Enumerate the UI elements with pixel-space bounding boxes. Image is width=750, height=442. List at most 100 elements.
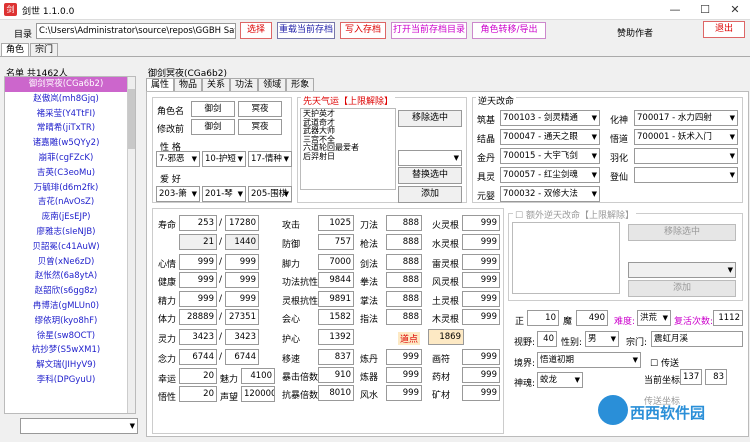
list-item[interactable]: 御剑冥夜(CGa6b2) (5, 77, 127, 92)
select-button[interactable]: 选择 (240, 22, 272, 39)
profile-tab[interactable]: 领域 (258, 78, 287, 91)
maximize-button[interactable]: ☐ (690, 2, 720, 18)
stat-value[interactable]: 1025 (318, 215, 354, 231)
innate-select[interactable]: ▼ (398, 150, 462, 166)
stat-value[interactable]: 999 (462, 367, 500, 383)
profile-tab[interactable]: 形象 (286, 78, 315, 91)
stat-value[interactable]: 999 (462, 385, 500, 401)
write-button[interactable]: 写入存档 (340, 22, 386, 39)
stat-value[interactable]: 9891 (318, 291, 354, 307)
stat-max[interactable]: 999 (225, 291, 259, 307)
list-item[interactable]: 赵韶欣(s6gg8z) (5, 284, 127, 299)
profile-tab[interactable]: 功法 (230, 78, 259, 91)
sponsor-link[interactable]: 赞助作者 (617, 26, 653, 39)
stat-value[interactable]: 999 (462, 215, 500, 231)
hobby-select-1[interactable]: 203-箫 ▼ (156, 186, 200, 202)
vision-input[interactable]: 40 (537, 331, 557, 347)
stat-value[interactable]: 999 (462, 272, 500, 288)
stat-value[interactable]: 888 (386, 234, 422, 250)
stat-value[interactable]: 999 (462, 254, 500, 270)
stat-value[interactable]: 7000 (318, 254, 354, 270)
difficulty-select[interactable]: 洪荒 ▼ (637, 310, 671, 326)
extra-fate-list[interactable] (512, 222, 620, 294)
coord-y-input[interactable]: 83 (705, 369, 727, 385)
fate-select[interactable]: 700001 - 妖术入门 ▼ (634, 129, 738, 145)
stat-value[interactable]: 8010 (318, 385, 354, 401)
list-item[interactable]: 杭抄梦(S5wXM1) (5, 343, 127, 358)
list-item[interactable]: 崩菲(cgFZcK) (5, 151, 127, 166)
prestige-input[interactable]: 120000 (241, 386, 275, 402)
stat-current[interactable]: 253 (179, 215, 217, 231)
stat-value[interactable]: 757 (318, 234, 354, 250)
list-item[interactable]: 解文瑞(JIHyV9) (5, 358, 127, 373)
trait-select-2[interactable]: 10-护短 ▼ (202, 151, 246, 167)
stat-max[interactable]: 6744 (225, 349, 259, 365)
stat-max[interactable]: 1440 (225, 234, 259, 250)
profile-tab[interactable]: 属性 (146, 78, 175, 91)
fate-select[interactable]: 700047 - 通天之眼 ▼ (500, 129, 600, 145)
stat-value[interactable]: 999 (386, 349, 422, 365)
stat-value[interactable]: 910 (318, 367, 354, 383)
former-last-input[interactable]: 冥夜 (238, 119, 282, 135)
stat-current[interactable]: 999 (179, 291, 217, 307)
last-name-input[interactable]: 冥夜 (238, 101, 282, 117)
stat-current[interactable]: 999 (179, 272, 217, 288)
stat-value[interactable]: 888 (386, 309, 422, 325)
stat-value[interactable]: 888 (386, 272, 422, 288)
stat-current[interactable]: 21 (179, 234, 217, 250)
list-item[interactable]: 赵傲岚(mh8Gjq) (5, 92, 127, 107)
stat-value[interactable]: 999 (462, 309, 500, 325)
list-item[interactable]: 徐星(sw8OCT) (5, 329, 127, 344)
stat-value[interactable]: 888 (386, 215, 422, 231)
coord-x-input[interactable]: 137 (680, 369, 702, 385)
list-filter-select[interactable]: ▼ (20, 418, 138, 434)
fate-select[interactable]: 700017 - 水力四射 ▼ (634, 110, 738, 126)
spirit-select[interactable]: 蛟龙 ▼ (537, 372, 583, 388)
profile-tab[interactable]: 关系 (202, 78, 231, 91)
mo-input[interactable]: 490 (576, 310, 608, 326)
fate-select[interactable]: 700015 - 大宇飞剑 ▼ (500, 148, 600, 164)
list-item[interactable]: 李科(DPGyuU) (5, 373, 127, 388)
list-item[interactable]: 吉花(nAvOsZ) (5, 195, 127, 210)
transfer-button[interactable]: 角色转移/导出 (472, 22, 546, 39)
former-first-input[interactable]: 御剑 (191, 119, 235, 135)
innate-item[interactable]: 后羿射日 (303, 152, 393, 162)
stat-value[interactable]: 1582 (318, 309, 354, 325)
tab-sect[interactable]: 宗门 (30, 43, 59, 56)
stat-current[interactable]: 6744 (179, 349, 217, 365)
stat-value[interactable]: 999 (462, 234, 500, 250)
stat-current[interactable]: 28889 (179, 309, 217, 325)
fate-select[interactable]: 700032 - 双修大法 ▼ (500, 186, 600, 202)
stat-value[interactable]: 9844 (318, 272, 354, 288)
hobby-select-2[interactable]: 201-琴 ▼ (202, 186, 246, 202)
stat-value[interactable]: 888 (386, 254, 422, 270)
first-name-input[interactable]: 御剑 (191, 101, 235, 117)
innate-remove-button[interactable]: 移除选中 (398, 110, 462, 127)
extra-add-button[interactable]: 添加 (628, 280, 736, 297)
list-item[interactable]: 贝曾(xNe6zD) (5, 255, 127, 270)
innate-list[interactable]: 天护英才 武道奇才 武器大师 三宫不全 六道轮回最爱者 后羿射日 (300, 108, 396, 190)
fate-select[interactable]: 700103 - 剑灵精通 ▼ (500, 110, 600, 126)
sect-input[interactable]: 震虹月溪 (651, 331, 743, 347)
profile-tab[interactable]: 物品 (174, 78, 203, 91)
open-dir-button[interactable]: 打开当前存档目录 (391, 22, 467, 39)
extra-remove-button[interactable]: 移除选中 (628, 224, 736, 241)
stat-value[interactable]: 999 (386, 367, 422, 383)
stat-current[interactable]: 999 (179, 254, 217, 270)
stat-max[interactable]: 999 (225, 254, 259, 270)
stat-value[interactable]: 837 (318, 349, 354, 365)
list-item[interactable]: 吉英(C3eoMu) (5, 166, 127, 181)
stat-max[interactable]: 999 (225, 272, 259, 288)
list-item[interactable]: 庞南(jEsEJP) (5, 210, 127, 225)
trait-select-3[interactable]: 17-情种 ▼ (248, 151, 292, 167)
close-button[interactable]: ✕ (720, 2, 750, 18)
list-item[interactable]: 褚采莹(Y4TtFI) (5, 107, 127, 122)
sex-select[interactable]: 男 ▼ (585, 331, 619, 347)
list-item[interactable]: 诸嘉雕(w5QYy2) (5, 136, 127, 151)
character-list[interactable]: 御剑冥夜(CGa6b2) 赵傲岚(mh8Gjq) 褚采莹(Y4TtFI) 常晴希(ji… (4, 76, 136, 414)
minimize-button[interactable]: — (660, 2, 690, 18)
send-checkbox[interactable]: ☐ 传送 (650, 356, 679, 369)
stat-max[interactable]: 27351 (225, 309, 259, 325)
luck-input[interactable]: 20 (179, 368, 217, 384)
list-item[interactable]: 赵怅然(6a8ytA) (5, 269, 127, 284)
